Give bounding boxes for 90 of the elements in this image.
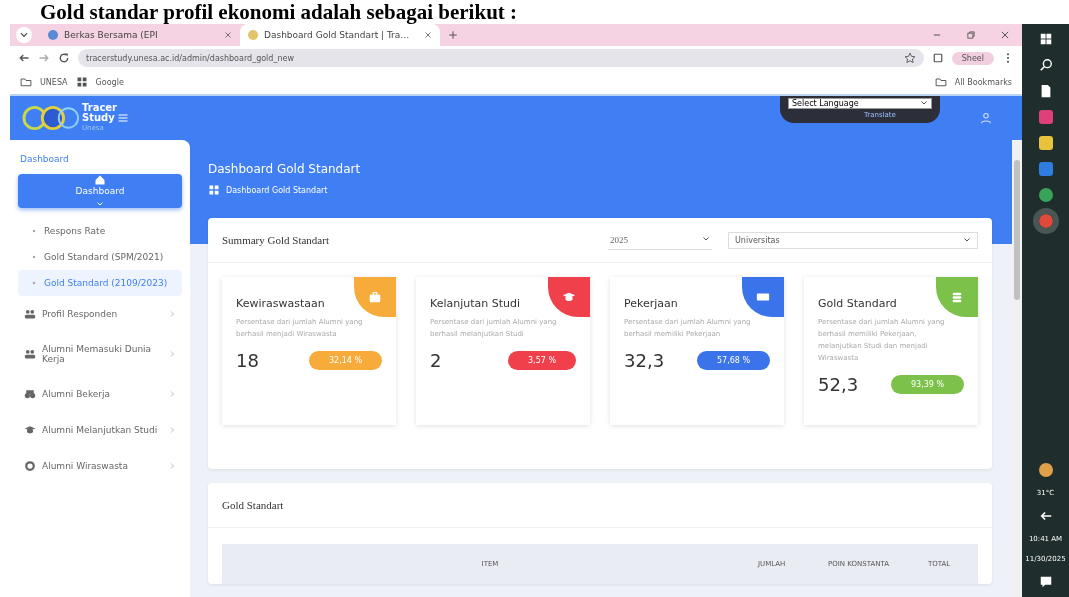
menu-item-icon xyxy=(24,460,36,472)
chevron-icon xyxy=(168,390,176,398)
all-bookmarks-link[interactable]: All Bookmarks xyxy=(954,77,1012,87)
scroll-thumb[interactable] xyxy=(1014,160,1020,300)
chevron-icon xyxy=(168,462,176,470)
browser-tab[interactable]: Dashboard Gold Standart | Tra… xyxy=(240,24,440,46)
app-icon[interactable] xyxy=(1038,188,1053,202)
card-title: Kewiraswastaan xyxy=(236,297,325,310)
extensions-icon[interactable] xyxy=(931,52,944,64)
page-title: Dashboard Gold Standart xyxy=(208,162,362,176)
browser-tab[interactable]: Berkas Bersama (EPI xyxy=(40,24,240,46)
caret-icon xyxy=(702,234,710,243)
sidebar-item[interactable]: Gold Standard (2109/2023) xyxy=(18,270,182,296)
apps-icon[interactable] xyxy=(75,76,88,88)
chevron-icon xyxy=(168,310,176,318)
logo-text: Study xyxy=(82,113,116,123)
percent-badge: 93,39 % xyxy=(890,375,964,394)
panel-title: Gold Standart xyxy=(222,499,284,511)
profile-button[interactable]: Sheel xyxy=(951,51,994,65)
tab-search-icon[interactable] xyxy=(16,27,32,43)
card-icon xyxy=(950,290,964,304)
close-icon[interactable] xyxy=(424,31,432,39)
caret-icon xyxy=(920,99,928,107)
percent-badge: 57,68 % xyxy=(696,351,770,370)
notification-icon[interactable] xyxy=(1038,575,1053,589)
restore-icon[interactable] xyxy=(966,30,976,40)
star-icon[interactable] xyxy=(903,52,916,64)
forward-icon[interactable] xyxy=(38,52,50,64)
card-title: Pekerjaan xyxy=(624,297,678,310)
card-value: 52,3 xyxy=(818,374,859,395)
tray-arrow-icon[interactable] xyxy=(1038,509,1053,523)
app-icon[interactable] xyxy=(1038,110,1053,124)
bullet-icon xyxy=(30,227,38,235)
weather-icon xyxy=(1038,463,1053,477)
breadcrumb-link[interactable]: Dashboard Gold Standart xyxy=(226,185,328,195)
favicon-icon xyxy=(48,30,58,40)
bullet-icon xyxy=(30,253,38,261)
sidebar-item[interactable]: Respons Rate xyxy=(18,218,182,244)
scope-select[interactable]: Universitas xyxy=(728,231,978,249)
sidebar-item[interactable]: Alumni Melanjutkan Studi xyxy=(18,412,182,448)
reload-icon[interactable] xyxy=(58,52,70,64)
folder-icon xyxy=(934,76,947,88)
card-value: 18 xyxy=(236,350,259,371)
user-icon[interactable] xyxy=(980,112,992,124)
card-title: Kelanjutan Studi xyxy=(430,297,521,310)
panel-title: Summary Gold Standart xyxy=(222,234,329,246)
card-icon xyxy=(368,290,382,304)
house-icon xyxy=(94,174,106,186)
card-title: Gold Standard xyxy=(818,297,897,310)
favicon-icon xyxy=(248,30,258,40)
caret-icon xyxy=(963,235,971,244)
chevron-icon xyxy=(96,200,104,208)
close-icon[interactable] xyxy=(224,31,232,39)
windows-icon[interactable] xyxy=(1038,32,1053,46)
bullet-icon xyxy=(30,279,38,287)
sidebar-item[interactable]: Gold Standard (SPM/2021) xyxy=(18,244,182,270)
sidebar-item[interactable]: Dashboard xyxy=(18,174,182,208)
folder-icon xyxy=(20,76,32,88)
sidebar-item[interactable]: Alumni Wiraswasta xyxy=(18,448,182,484)
logo-rings-icon xyxy=(22,105,80,131)
new-tab-icon[interactable] xyxy=(448,30,458,40)
card-icon xyxy=(562,290,576,304)
menu-item-icon xyxy=(24,308,36,320)
percent-badge: 3,57 % xyxy=(508,351,576,370)
menu-item-icon xyxy=(24,348,36,360)
app-icon[interactable] xyxy=(1038,162,1053,176)
chevron-icon xyxy=(168,426,176,434)
menu-item-icon xyxy=(24,424,36,436)
card-value: 32,3 xyxy=(624,350,665,371)
language-select[interactable]: Select Language xyxy=(788,98,932,109)
sidebar-item[interactable]: Profil Responden xyxy=(18,296,182,332)
sidebar-item[interactable]: Alumni Memasuki Dunia Kerja xyxy=(18,332,182,376)
app-icon[interactable] xyxy=(1038,136,1053,150)
chevron-icon xyxy=(168,350,176,358)
close-icon[interactable] xyxy=(1000,30,1010,40)
back-icon[interactable] xyxy=(18,52,30,64)
menu-item-icon xyxy=(24,388,36,400)
address-bar[interactable]: tracerstudy.unesa.ac.id/admin/dashboard_gold_new xyxy=(78,49,924,67)
home-icon[interactable] xyxy=(208,184,220,196)
search-icon[interactable] xyxy=(1038,58,1053,72)
sidebar-item[interactable]: Alumni Bekerja xyxy=(18,376,182,412)
percent-badge: 32,14 % xyxy=(308,351,382,370)
bookmark-link[interactable]: UNESA xyxy=(40,77,68,87)
bookmark-link[interactable]: Google xyxy=(95,77,124,87)
logo-text: Tracer xyxy=(82,103,118,113)
scrollbar[interactable] xyxy=(1012,140,1022,597)
card-value: 2 xyxy=(430,350,442,371)
document-text: Gold standar profil ekonomi adalah sebagai berikut : xyxy=(40,0,518,24)
year-select[interactable]: 2025 xyxy=(608,230,712,250)
sidebar-section-title: Dashboard xyxy=(20,154,70,164)
